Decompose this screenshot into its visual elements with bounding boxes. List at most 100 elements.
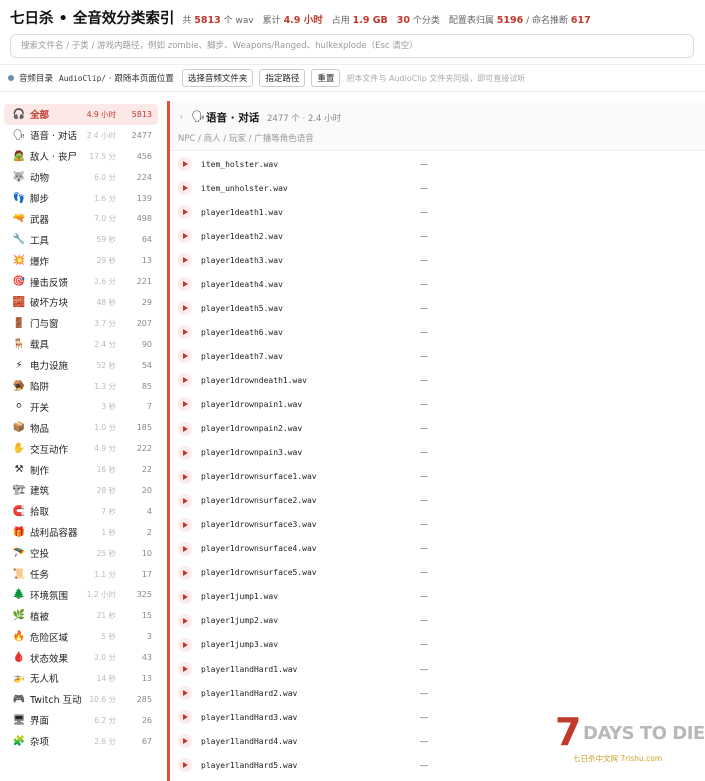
sidebar-item[interactable]: 🏗 建筑 28 秒 20 [0, 480, 162, 501]
sidebar-item[interactable]: 🎯 撞击反馈 2.6 分 221 [0, 271, 162, 292]
select-folder-button[interactable]: 选择音频文件夹 [181, 69, 254, 87]
play-icon[interactable] [178, 686, 192, 701]
sidebar-item-count: 17 [141, 569, 152, 579]
play-icon[interactable] [178, 517, 192, 532]
sidebar-item[interactable]: 📦 物品 1.0 分 185 [0, 417, 162, 438]
play-icon[interactable] [178, 565, 192, 580]
play-icon[interactable] [178, 157, 192, 172]
play-icon[interactable] [178, 710, 192, 725]
sidebar-item[interactable]: 🎮 Twitch 互动 10.6 分 285 [0, 689, 162, 710]
file-name: player1death3.wav [201, 255, 283, 265]
sidebar-item[interactable]: 🗣 语音 · 对话 2.4 小时 2477 [0, 125, 162, 146]
drone-icon: 🚁 [12, 672, 26, 684]
group-header[interactable]: › 🗣 语音 · 对话 2477 个 · 2.4 小时 NPC / 商人 / 玩… [170, 101, 705, 151]
play-icon[interactable] [178, 325, 192, 340]
gift-icon: 🎁 [12, 526, 26, 538]
play-icon[interactable] [178, 277, 192, 292]
sidebar-item-duration: 17.5 分 [89, 151, 116, 161]
play-triangle-icon [183, 521, 188, 528]
sidebar-item[interactable]: 🧲 拾取 7 秒 4 [0, 501, 162, 522]
logo-text: DAYS TO DIE [583, 723, 705, 744]
play-icon[interactable] [178, 734, 192, 749]
sidebar-item[interactable]: 🔫 武器 7.0 分 498 [0, 208, 162, 229]
search-input[interactable] [10, 34, 694, 58]
play-icon[interactable] [178, 181, 192, 196]
sidebar-item[interactable]: 🧟 敌人 · 丧尸 17.5 分 456 [0, 146, 162, 167]
sidebar-item[interactable]: 🧩 杂项 2.6 分 67 [0, 731, 162, 752]
file-row: item_unholster.wav — [175, 176, 695, 200]
play-triangle-icon [183, 209, 188, 216]
stat-total-files: 共 5813 个 wav [182, 15, 254, 26]
play-icon[interactable] [178, 613, 192, 628]
sidebar-item[interactable]: 📜 任务 1.1 分 17 [0, 564, 162, 585]
sidebar-item-count: 222 [136, 444, 152, 454]
sidebar-item-count: 15 [141, 611, 152, 621]
sidebar-item-duration: 2.0 分 [94, 653, 116, 663]
play-icon[interactable] [178, 253, 192, 268]
chevron-icon[interactable]: › [180, 113, 183, 121]
toolbar: 音频目录 AudioClip/ · 跟随本页面位置 选择音频文件夹 指定路径 重… [0, 64, 705, 92]
sidebar-item[interactable]: 🐺 动物 6.0 分 224 [0, 167, 162, 188]
sidebar-item-duration: 2.4 小时 [86, 130, 116, 140]
file-name: player1death1.wav [201, 207, 283, 217]
play-icon[interactable] [178, 589, 192, 604]
sidebar-item[interactable]: 🚪 门与窗 3.7 分 207 [0, 313, 162, 334]
play-icon[interactable] [178, 541, 192, 556]
file-row: player1drownsurface5.wav — [175, 561, 695, 585]
play-icon[interactable] [178, 349, 192, 364]
play-icon[interactable] [178, 637, 192, 652]
play-icon[interactable] [178, 301, 192, 316]
sidebar-item[interactable]: 🌲 环境氛围 1.2 小时 325 [0, 584, 162, 605]
sidebar-item-duration: 3.7 分 [94, 318, 116, 328]
play-icon[interactable] [178, 758, 192, 773]
play-icon[interactable] [178, 421, 192, 436]
play-icon[interactable] [178, 445, 192, 460]
file-duration: — [420, 207, 428, 217]
sidebar-item[interactable]: 🌿 植被 21 秒 15 [0, 605, 162, 626]
file-duration: — [420, 255, 428, 265]
sidebar-item-duration: 16 秒 [96, 465, 116, 475]
sidebar-item[interactable]: 🔧 工具 59 秒 64 [0, 229, 162, 250]
file-name: player1drownsurface2.wav [201, 496, 317, 506]
file-row: player1death6.wav — [175, 320, 695, 344]
group-description: NPC / 商人 / 玩家 / 广播等角色语音 [178, 134, 314, 144]
play-icon[interactable] [178, 373, 192, 388]
sidebar-item[interactable]: 🚁 无人机 14 秒 13 [0, 668, 162, 689]
sidebar-item[interactable]: 🧱 破坏方块 48 秒 29 [0, 292, 162, 313]
play-icon[interactable] [178, 397, 192, 412]
play-icon[interactable] [178, 205, 192, 220]
sidebar-item[interactable]: 💥 爆炸 29 秒 13 [0, 250, 162, 271]
play-icon[interactable] [178, 469, 192, 484]
sidebar-item[interactable]: ✋ 交互动作 4.9 分 222 [0, 438, 162, 459]
play-triangle-icon [183, 690, 188, 697]
sidebar-item[interactable]: ⚪ 开关 3 秒 7 [0, 396, 162, 417]
play-triangle-icon [183, 281, 188, 288]
play-icon[interactable] [178, 662, 192, 676]
speaking-head-icon: 🗣 [191, 110, 205, 123]
play-icon[interactable] [178, 493, 192, 508]
file-duration: — [420, 712, 428, 722]
sidebar-item[interactable]: ⚡ 电力设施 52 秒 54 [0, 355, 162, 376]
play-triangle-icon [183, 161, 188, 168]
gamepad-icon: 🎮 [12, 693, 26, 705]
sidebar-item[interactable]: 🔥 危险区域 5 秒 3 [0, 626, 162, 647]
file-duration: — [420, 327, 428, 337]
sidebar-item-duration: 10.6 分 [89, 694, 116, 704]
sidebar-item[interactable]: 🎁 战利品容器 1 秒 2 [0, 522, 162, 543]
sidebar-item[interactable]: 🪂 空投 25 秒 10 [0, 543, 162, 564]
group-title: 语音 · 对话 [206, 112, 260, 124]
play-icon[interactable] [178, 229, 192, 244]
reset-button[interactable]: 重置 [311, 69, 341, 87]
file-duration: — [420, 399, 428, 409]
sidebar-item[interactable]: 🪑 载具 2.4 分 90 [0, 334, 162, 355]
sidebar-item[interactable]: 🖥 界面 6.2 分 26 [0, 710, 162, 731]
sidebar-item[interactable]: 🎧 全部 4.9 小时 5813 [4, 104, 158, 125]
speaking-head-icon: 🗣 [12, 129, 26, 141]
sidebar-item[interactable]: 🪤 陷阱 1.3 分 85 [0, 376, 162, 397]
sidebar-item[interactable]: ⚒ 制作 16 秒 22 [0, 459, 162, 480]
circle-icon: ⚪ [14, 401, 24, 413]
sidebar-item[interactable]: 👣 脚步 1.6 分 139 [0, 188, 162, 209]
sidebar-item[interactable]: 🩸 状态效果 2.0 分 43 [0, 647, 162, 668]
file-row: player1landHard1.wav — [175, 657, 695, 681]
set-path-button[interactable]: 指定路径 [259, 69, 306, 87]
